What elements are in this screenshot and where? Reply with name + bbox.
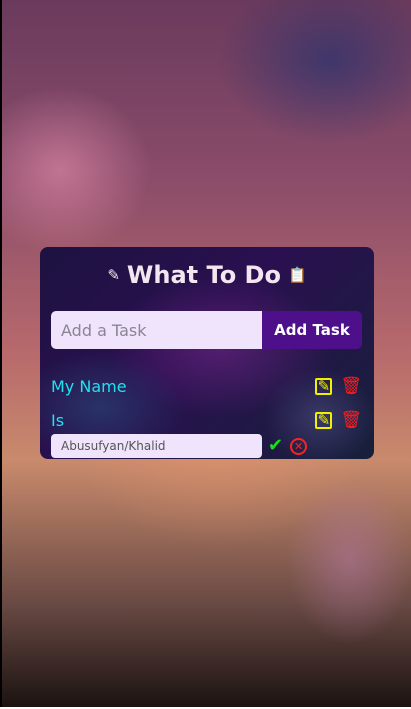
clipboard-icon: 📋 xyxy=(287,266,307,284)
add-task-button[interactable]: Add Task xyxy=(262,311,362,349)
x-circle-icon[interactable]: ✕ xyxy=(290,437,308,455)
edit-icon[interactable]: ✎ xyxy=(315,377,333,395)
task-actions: ✎ 🗑 xyxy=(315,411,362,429)
task-text: My Name xyxy=(51,376,127,396)
task-item: Is ✎ 🗑 xyxy=(51,407,362,433)
task-actions: ✎ 🗑 xyxy=(315,377,362,395)
task-item: My Name ✎ 🗑 xyxy=(51,373,362,399)
trash-icon[interactable]: 🗑 xyxy=(340,411,362,429)
edit-icon[interactable]: ✎ xyxy=(315,411,333,429)
edit-task-row: ✔ ✕ xyxy=(51,434,362,458)
add-task-form: Add Task xyxy=(51,311,362,349)
app-title: ✎ What To Do 📋 xyxy=(40,257,374,293)
pencil-icon: ✎ xyxy=(107,266,120,284)
check-icon[interactable]: ✔ xyxy=(268,437,283,455)
add-task-input[interactable] xyxy=(51,311,262,349)
trash-icon[interactable]: 🗑 xyxy=(340,377,362,395)
task-text: Is xyxy=(51,410,65,430)
edit-task-input[interactable] xyxy=(51,434,262,458)
left-edge xyxy=(0,0,2,709)
app-title-text: What To Do xyxy=(126,261,281,289)
todo-card: ✎ What To Do 📋 Add Task My Name ✎ 🗑 Is ✎… xyxy=(40,247,374,459)
